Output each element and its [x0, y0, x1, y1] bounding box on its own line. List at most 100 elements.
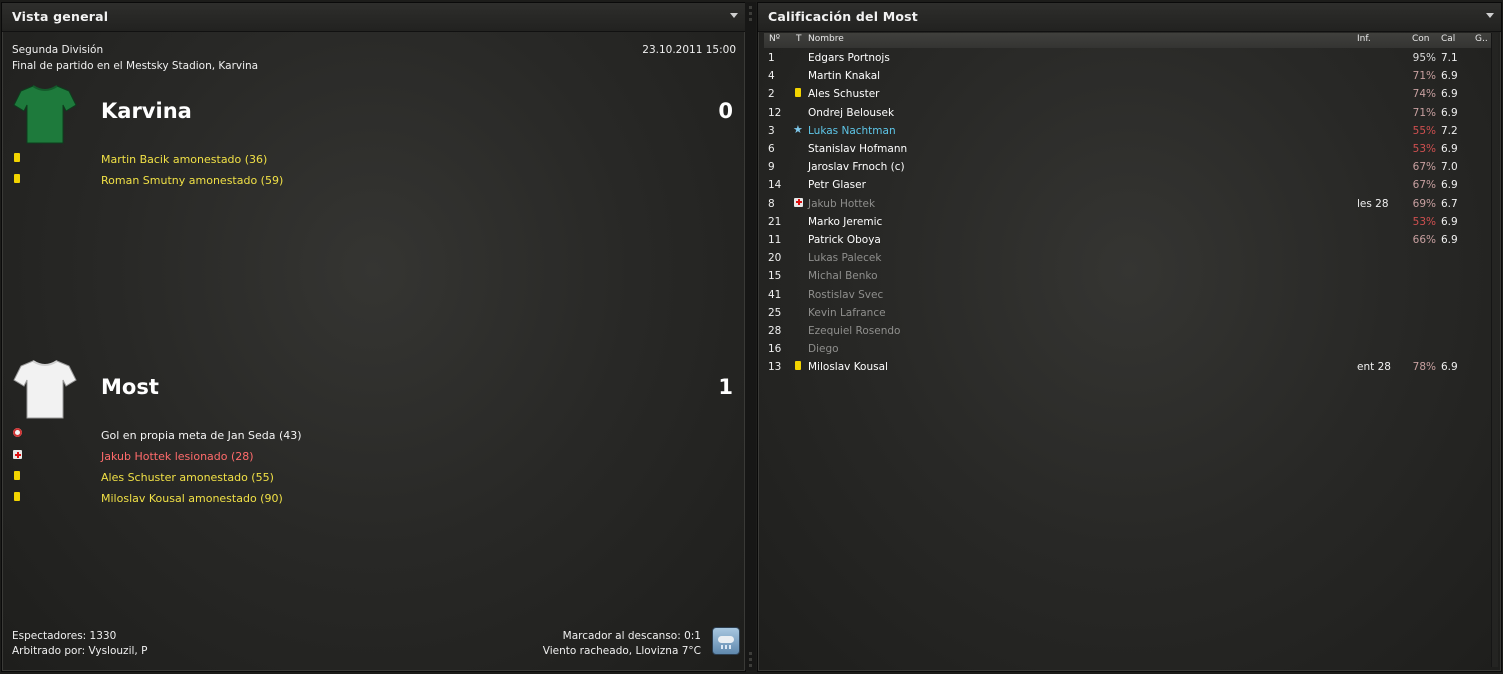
ratings-menu-dropdown-icon[interactable] — [1486, 13, 1494, 18]
yellow-card-icon — [14, 492, 20, 501]
home-score: 0 — [718, 99, 733, 123]
injury-cross-icon — [794, 197, 803, 207]
player-rating: 6.9 — [1441, 215, 1458, 228]
player-name[interactable]: Michal Benko — [808, 270, 878, 282]
player-name[interactable]: Ezequiel Rosendo — [808, 325, 900, 337]
player-number: 8 — [768, 197, 775, 210]
team-ratings-panel: Calificación del Most Nº T Nombre Inf. C… — [757, 2, 1502, 672]
player-condition: 53% — [1412, 215, 1436, 228]
player-condition: 66% — [1412, 234, 1436, 246]
home-event-1[interactable]: Martin Bacik amonestado (36) — [101, 153, 267, 166]
player-name[interactable]: Miloslav Kousal — [808, 361, 888, 373]
player-name[interactable]: Lukas Palecek — [808, 252, 881, 264]
player-row[interactable]: 13 Miloslav Kousal ent 28 78% 6.9 — [764, 358, 1494, 376]
player-row[interactable]: 25 Kevin Lafrance — [764, 304, 1494, 322]
attendance: Espectadores: 1330 — [12, 630, 117, 642]
player-row[interactable]: 4 Martin Knakal 71% 6.9 — [764, 67, 1494, 85]
competition-name: Segunda División — [12, 44, 104, 56]
player-name[interactable]: Petr Glaser — [808, 179, 866, 191]
player-row[interactable]: 12 Ondrej Belousek 71% 6.9 — [764, 104, 1494, 122]
home-shirt-icon — [13, 85, 77, 144]
column-goals[interactable]: G.. — [1475, 34, 1488, 44]
own-goal-ball-icon — [13, 428, 22, 437]
player-name[interactable]: Edgars Portnojs — [808, 52, 890, 64]
away-score: 1 — [718, 375, 733, 399]
away-event-2[interactable]: Jakub Hottek lesionado (28) — [101, 450, 254, 463]
referee[interactable]: Arbitrado por: Vyslouzil, P — [12, 645, 147, 657]
player-info: les 28 — [1357, 197, 1389, 210]
panel-splitter[interactable] — [745, 2, 756, 670]
player-condition: 69% — [1412, 197, 1436, 210]
player-number: 4 — [768, 70, 775, 83]
player-condition: 95% — [1412, 52, 1436, 64]
player-condition: 71% — [1412, 106, 1436, 119]
player-number: 20 — [768, 252, 782, 265]
player-row[interactable]: 28 Ezequiel Rosendo — [764, 322, 1494, 340]
home-event-2[interactable]: Roman Smutny amonestado (59) — [101, 174, 283, 187]
player-row[interactable]: 3 ★ Lukas Nachtman 55% 7.2 — [764, 122, 1494, 140]
column-type[interactable]: T — [796, 34, 802, 44]
away-event-1[interactable]: Gol en propia meta de Jan Seda (43) — [101, 429, 302, 442]
player-number: 1 — [768, 52, 775, 64]
player-number: 9 — [768, 161, 775, 174]
player-row[interactable]: 16 Diego — [764, 340, 1494, 358]
player-condition: 67% — [1412, 161, 1436, 174]
player-name[interactable]: Ales Schuster — [808, 88, 879, 100]
home-team-name[interactable]: Karvina — [101, 99, 192, 123]
player-name[interactable]: Ondrej Belousek — [808, 107, 894, 119]
player-row[interactable]: 14 Petr Glaser 67% 6.9 — [764, 176, 1494, 194]
player-row[interactable]: 21 Marko Jeremic 53% 6.9 — [764, 213, 1494, 231]
player-name[interactable]: Marko Jeremic — [808, 216, 882, 228]
rain-cloud-icon — [712, 627, 740, 655]
player-name[interactable]: Jakub Hottek — [808, 198, 875, 210]
player-rating: 6.9 — [1441, 361, 1458, 374]
player-name[interactable]: Rostislav Svec — [808, 289, 883, 301]
player-name[interactable]: Kevin Lafrance — [808, 307, 886, 319]
player-number: 11 — [768, 234, 782, 246]
player-rating: 6.9 — [1441, 179, 1458, 192]
player-number: 2 — [768, 88, 775, 101]
player-row[interactable]: 9 Jaroslav Frnoch (c) 67% 7.0 — [764, 158, 1494, 176]
player-rating: 6.9 — [1441, 88, 1458, 101]
player-name[interactable]: Lukas Nachtman — [808, 125, 896, 137]
player-number: 28 — [768, 325, 782, 337]
column-info[interactable]: Inf. — [1357, 34, 1371, 44]
away-team-name[interactable]: Most — [101, 375, 159, 399]
player-rating: 6.9 — [1441, 70, 1458, 83]
player-name[interactable]: Stanislav Hofmann — [808, 143, 907, 155]
player-name[interactable]: Martin Knakal — [808, 70, 880, 82]
away-event-4[interactable]: Miloslav Kousal amonestado (90) — [101, 492, 283, 505]
player-condition: 67% — [1412, 179, 1436, 192]
player-number: 15 — [768, 270, 782, 283]
ratings-scrollbar[interactable] — [1491, 33, 1498, 667]
away-event-3[interactable]: Ales Schuster amonestado (55) — [101, 471, 274, 484]
player-row[interactable]: 6 Stanislav Hofmann 53% 6.9 — [764, 140, 1494, 158]
player-condition: 71% — [1412, 70, 1436, 83]
column-name[interactable]: Nombre — [808, 34, 844, 44]
yellow-card-icon — [14, 153, 20, 162]
player-number: 6 — [768, 143, 775, 155]
overview-title: Vista general — [12, 9, 109, 24]
yellow-card-icon — [14, 471, 20, 480]
player-name[interactable]: Diego — [808, 343, 839, 355]
yellow-card-icon — [795, 361, 801, 371]
yellow-card-icon — [795, 88, 801, 98]
player-row[interactable]: 8 Jakub Hottek les 28 69% 6.7 — [764, 195, 1494, 213]
player-condition: 74% — [1412, 88, 1436, 101]
column-condition[interactable]: Con — [1412, 34, 1430, 44]
overview-menu-dropdown-icon[interactable] — [730, 13, 738, 18]
player-row[interactable]: 11 Patrick Oboya 66% 6.9 — [764, 231, 1494, 249]
player-row[interactable]: 20 Lukas Palecek — [764, 249, 1494, 267]
player-name[interactable]: Jaroslav Frnoch (c) — [808, 161, 905, 173]
player-row[interactable]: 1 Edgars Portnojs 95% 7.1 — [764, 49, 1494, 67]
player-rating: 6.9 — [1441, 143, 1458, 155]
player-row[interactable]: 2 Ales Schuster 74% 6.9 — [764, 85, 1494, 103]
player-name[interactable]: Patrick Oboya — [808, 234, 881, 246]
column-number[interactable]: Nº — [769, 34, 780, 44]
player-number: 13 — [768, 361, 782, 374]
column-rating[interactable]: Cal — [1441, 34, 1455, 44]
player-row[interactable]: 15 Michal Benko — [764, 267, 1494, 285]
ratings-column-header — [764, 33, 1494, 48]
match-venue: Final de partido en el Mestsky Stadion, … — [12, 60, 259, 72]
player-row[interactable]: 41 Rostislav Svec — [764, 286, 1494, 304]
